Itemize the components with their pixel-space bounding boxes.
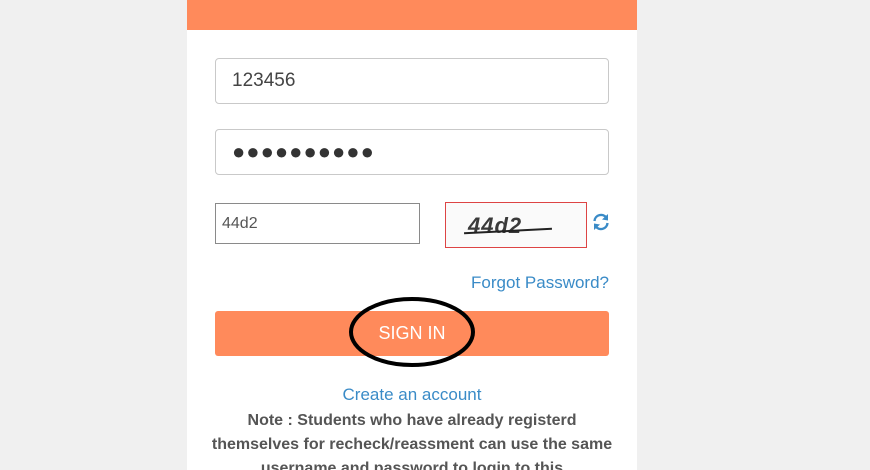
captcha-image-text: 44d2 — [468, 213, 523, 238]
forgot-password-link[interactable]: Forgot Password? — [471, 273, 609, 293]
login-panel: 123456 ●●●●●●●●●● 44d2 44d2 Forgot Passw… — [187, 0, 637, 470]
sign-in-button[interactable]: SIGN IN — [215, 311, 609, 356]
username-field[interactable]: 123456 — [215, 58, 609, 104]
captcha-input[interactable]: 44d2 — [215, 203, 420, 244]
refresh-icon[interactable] — [591, 212, 611, 232]
captcha-image: 44d2 — [445, 202, 587, 248]
create-account-link[interactable]: Create an account — [187, 385, 637, 405]
password-field[interactable]: ●●●●●●●●●● — [215, 129, 609, 175]
registration-note: Note : Students who have already registe… — [211, 412, 613, 470]
top-brand-bar — [187, 0, 637, 30]
